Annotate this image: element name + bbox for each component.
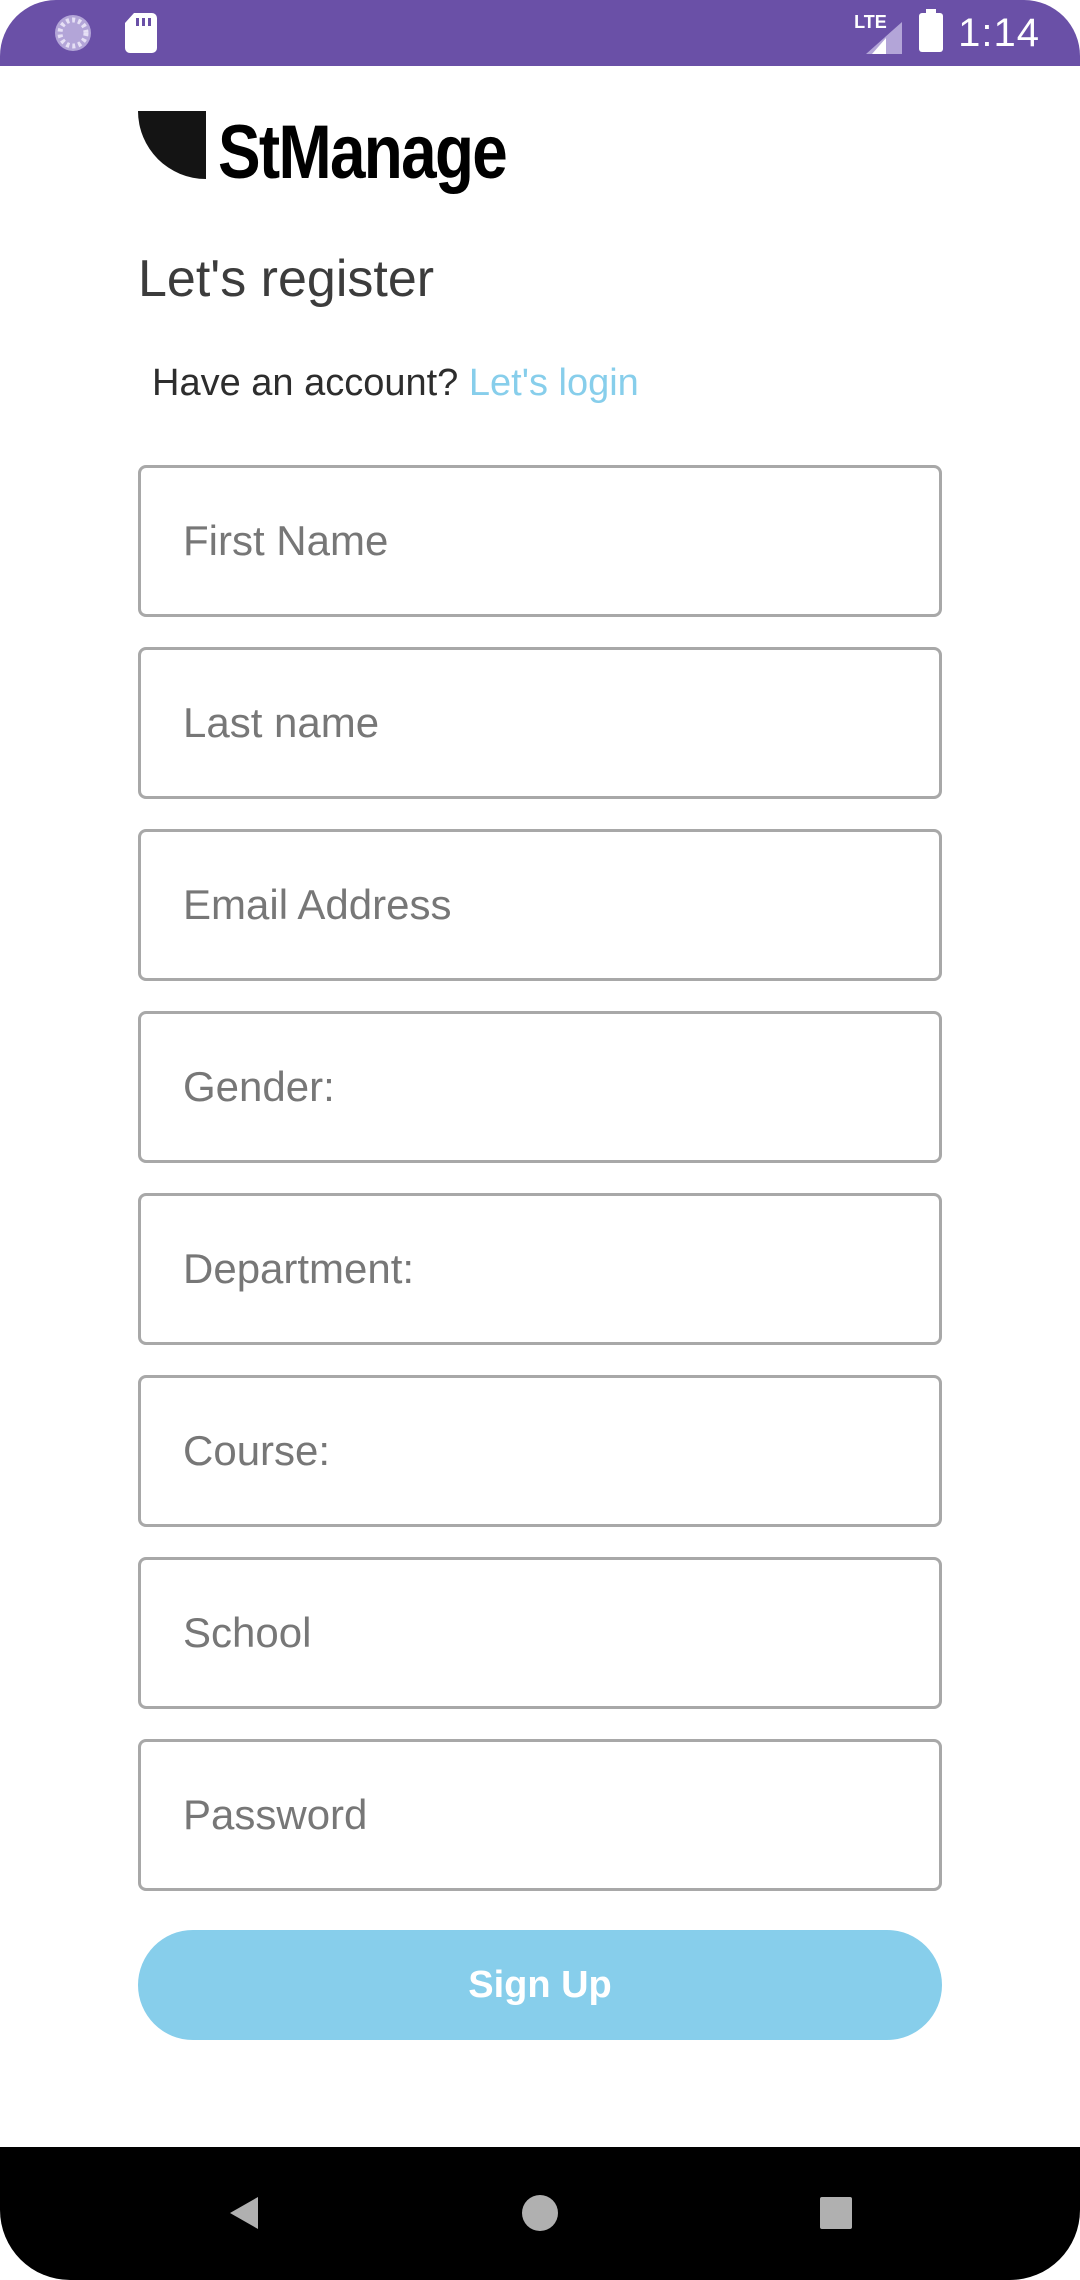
status-left (52, 12, 158, 59)
have-account-text: Have an account? (152, 362, 459, 404)
app-logo: StManage (138, 108, 561, 198)
home-button[interactable] (512, 2187, 568, 2243)
status-right: LTE 1:14 (854, 6, 1040, 60)
gender-field[interactable] (138, 1011, 942, 1163)
email-field[interactable] (138, 829, 942, 981)
sign-up-button[interactable]: Sign Up (138, 1930, 942, 2040)
home-icon (520, 2193, 560, 2238)
navigation-bar (0, 2147, 1080, 2280)
register-screen: LTE 1:14 StManage Let's register Have an… (0, 0, 1080, 2280)
recents-icon (816, 2193, 856, 2238)
sd-card-icon (124, 13, 158, 58)
last-name-field[interactable] (138, 647, 942, 799)
login-link[interactable]: Let's login (469, 362, 639, 404)
have-account-line: Have an account? Let's login (152, 358, 639, 408)
department-field[interactable] (138, 1193, 942, 1345)
course-field[interactable] (138, 1375, 942, 1527)
first-name-field[interactable] (138, 465, 942, 617)
logo-mark-icon (138, 111, 206, 179)
password-field[interactable] (138, 1739, 942, 1891)
loading-icon (52, 12, 94, 59)
back-icon (224, 2193, 264, 2238)
app-name: StManage (218, 110, 508, 195)
battery-icon (918, 8, 944, 58)
recents-button[interactable] (808, 2187, 864, 2243)
status-bar: LTE 1:14 (0, 0, 1080, 66)
page-title: Let's register (138, 250, 435, 308)
school-field[interactable] (138, 1557, 942, 1709)
back-button[interactable] (216, 2187, 272, 2243)
signal-icon: LTE (854, 6, 904, 60)
status-time: 1:14 (958, 11, 1040, 55)
register-form (138, 465, 942, 1921)
